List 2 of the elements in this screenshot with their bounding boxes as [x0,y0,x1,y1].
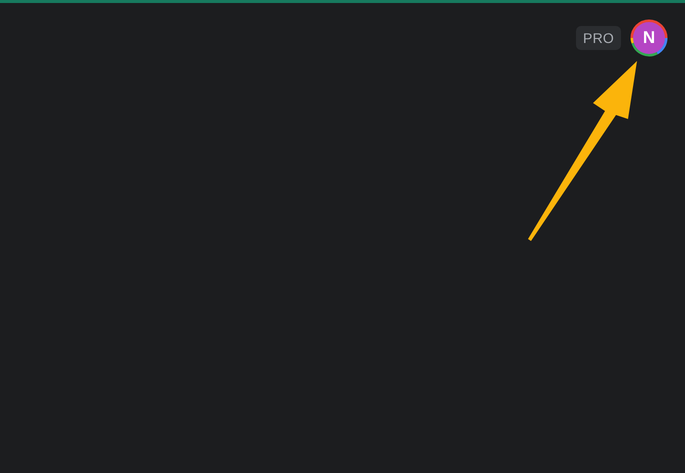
pro-badge: PRO [576,26,621,50]
color-ring-icon [629,18,669,58]
